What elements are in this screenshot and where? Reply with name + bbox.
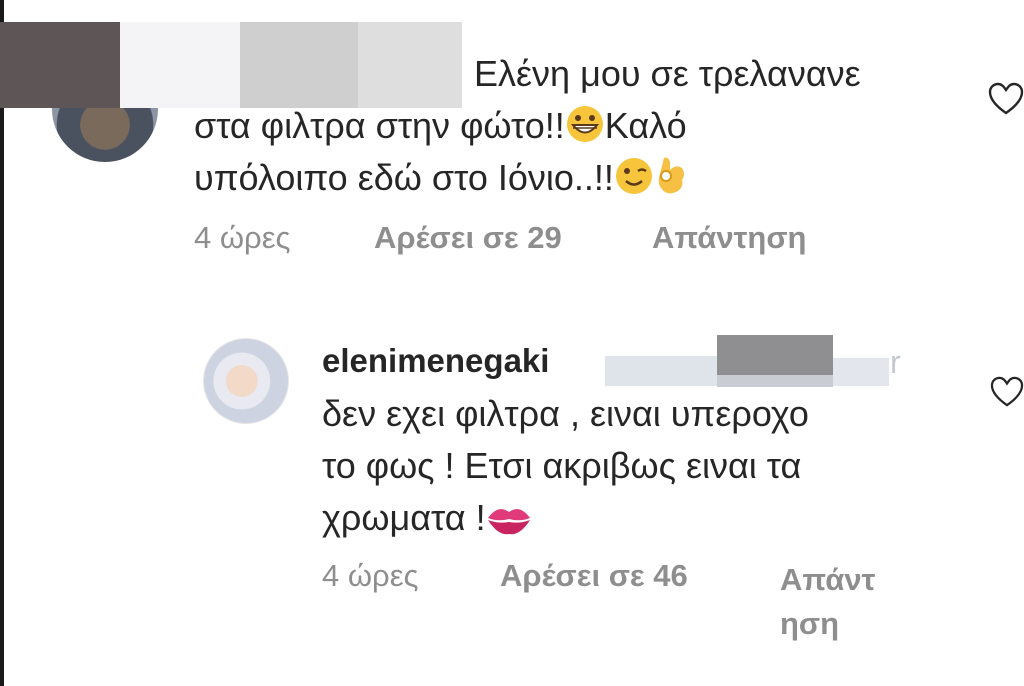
comment-1-text-line-1: Ελένη μου σε τρελανανε <box>474 53 861 94</box>
comment-2-avatar[interactable] <box>203 338 289 424</box>
comment-2-text-line-1: δεν εχει φιλτρα , ειναι υπεροχο <box>322 393 809 434</box>
comment-2-text-line-2: το φως ! Ετσι ακριβως ειναι τα <box>322 445 802 486</box>
comment-1-text-line-2-after: Καλό <box>604 105 687 146</box>
comment-1-time: 4 ώρες <box>194 220 291 255</box>
comment-1-like-heart-icon[interactable] <box>988 82 1024 121</box>
comment-1-likes[interactable]: Αρέσει σε 29 <box>374 220 562 256</box>
comment-2-text-line-3-main: χρωματα ! <box>322 497 486 538</box>
kiss-mark-icon <box>486 498 532 550</box>
comment-2-reply-button[interactable]: Απάντ ηση <box>780 558 875 646</box>
comment-1-text-line-3-main: υπόλοιπο εδώ στο Ιόνιο..!! <box>194 157 614 198</box>
comment-2-mention-tail: r <box>890 344 901 380</box>
comment-1-likes-label: Αρέσει σε 29 <box>374 220 562 255</box>
comment-1-text-line-2: στα φιλτρα στην φώτο!! Καλό <box>194 100 687 158</box>
comment-2-like-heart-icon[interactable] <box>990 376 1024 413</box>
comment-2-reply-part-2: ηση <box>780 606 840 641</box>
comment-1-text-line-2-main: στα φιλτρα στην φώτο!! <box>194 105 565 146</box>
comment-2-username[interactable]: elenimenegaki <box>322 342 549 380</box>
comment-2-time: 4 ώρες <box>322 558 419 593</box>
comment-1-reply-button[interactable]: Απάντηση <box>652 220 806 256</box>
comment-2-reply-part-1: Απάντ <box>780 562 876 597</box>
comment-2-text-line-3: χρωματα ! <box>322 492 532 550</box>
comment-1-text-line-3: υπόλοιπο εδώ στο Ιόνιο..!! <box>194 152 688 210</box>
comment-2-likes[interactable]: Αρέσει σε 46 <box>500 558 688 594</box>
winking-face-icon <box>614 156 654 210</box>
comment-2-likes-label: Αρέσει σε 46 <box>500 558 688 593</box>
ok-hand-icon <box>654 154 688 210</box>
grinning-face-icon <box>565 104 605 158</box>
